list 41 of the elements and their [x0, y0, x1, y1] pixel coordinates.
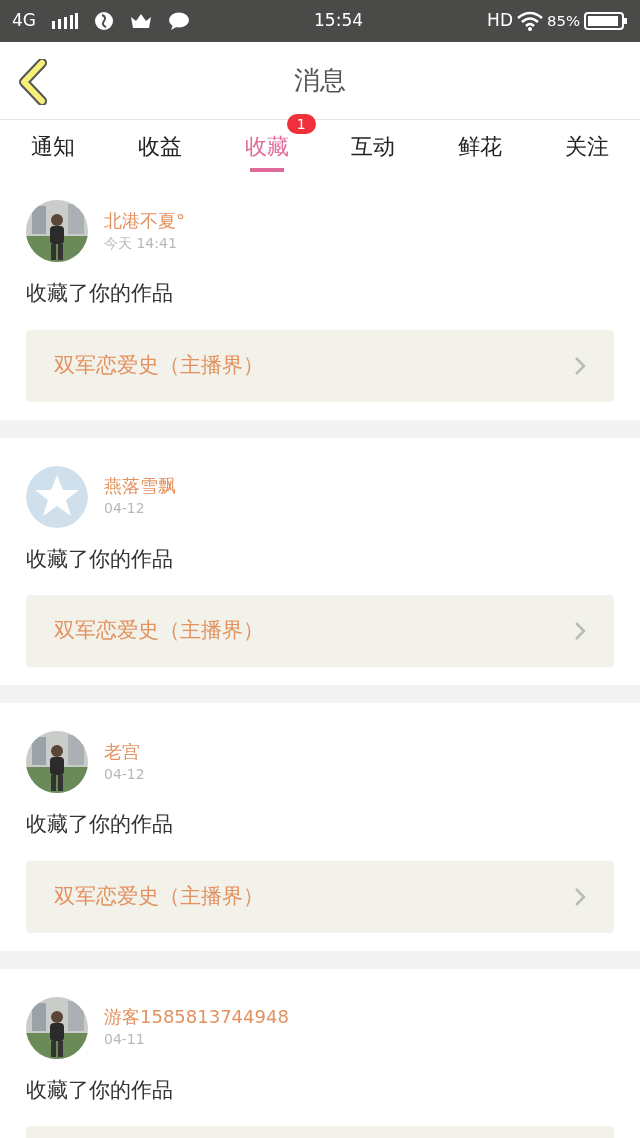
default-avatar-icon — [26, 465, 88, 528]
battery-label: 85% — [546, 10, 580, 32]
tab[interactable]: 通知 — [31, 120, 76, 172]
message-text: 收藏了你的作品 — [26, 811, 174, 838]
message-text: 收藏了你的作品 — [26, 545, 174, 573]
network-label: 4G — [12, 9, 36, 33]
signal-icon — [52, 13, 78, 29]
battery-icon — [584, 11, 628, 31]
work-title: 双军恋爱史（主播界） — [54, 617, 264, 645]
work-link[interactable]: 双军恋爱史（主播界） — [26, 329, 614, 402]
wifi-icon — [516, 11, 543, 31]
music-icon — [94, 11, 114, 31]
user-name[interactable]: 北港不夏° — [104, 208, 185, 233]
tab[interactable]: 关注 — [564, 120, 609, 172]
message-text: 收藏了你的作品 — [26, 280, 174, 307]
count-badge: 1 — [286, 114, 316, 134]
tab[interactable]: 收益 — [138, 120, 182, 172]
message-text: 收藏了你的作品 — [26, 1076, 174, 1104]
clock: 15:54 — [314, 10, 364, 31]
work-title: 双军恋爱史（主播界） — [54, 882, 264, 910]
chat-icon — [168, 12, 190, 30]
back-icon[interactable] — [16, 59, 48, 105]
user-name[interactable]: 燕落雪飘 — [104, 474, 176, 498]
user-name[interactable]: 老宫 — [104, 739, 145, 764]
chevron-right-icon — [574, 886, 586, 907]
message-time: 今天 14:41 — [104, 233, 178, 253]
chevron-right-icon — [574, 355, 586, 376]
tab[interactable]: 收藏 — [244, 120, 289, 172]
page-title: 消息 — [294, 64, 346, 97]
tab[interactable]: 鲜花 — [458, 120, 502, 172]
chevron-right-icon — [574, 621, 586, 641]
hd-label: HD — [487, 9, 513, 33]
work-title: 双军恋爱史（主播界） — [54, 351, 264, 379]
message-time: 04-11 — [104, 1030, 146, 1049]
work-link[interactable]: 双军恋爱史（主播界） — [26, 595, 614, 667]
message-time: 04-12 — [104, 499, 146, 518]
user-name[interactable]: 游客1585813744948 — [104, 1005, 289, 1029]
crown-icon — [130, 13, 152, 29]
tab[interactable]: 互动 — [351, 120, 396, 172]
work-link[interactable]: 双军恋爱史（主播界） — [26, 860, 614, 933]
message-time: 04-12 — [104, 764, 145, 784]
